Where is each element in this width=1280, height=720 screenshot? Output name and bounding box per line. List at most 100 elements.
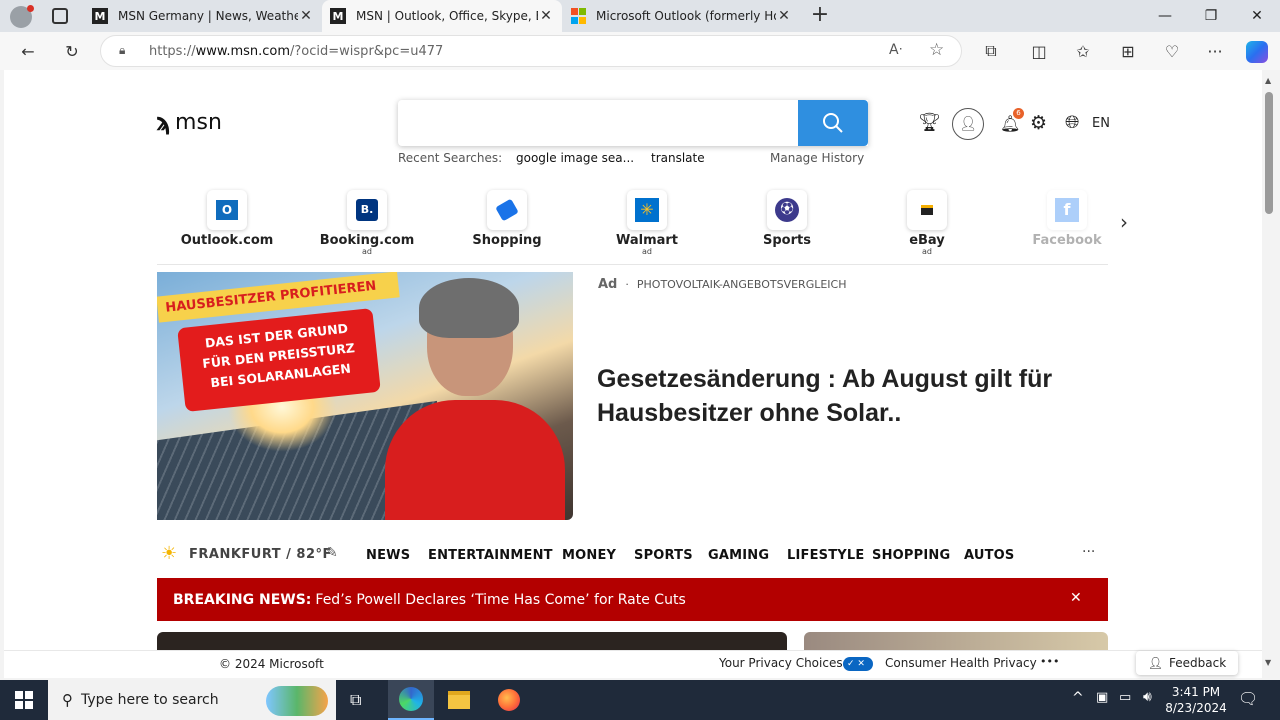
volume-icon[interactable]: 🔊︎ [1143, 689, 1152, 705]
refresh-button[interactable]: ↻ [57, 36, 87, 66]
tab-close-icon[interactable]: ✕ [298, 8, 314, 24]
nav-money[interactable]: MONEY [562, 548, 616, 563]
extensions-icon[interactable]: ⧉ [976, 36, 1006, 66]
manage-history-link[interactable]: Manage History [770, 151, 864, 165]
favorite-star-icon[interactable]: ☆ [929, 40, 944, 60]
quicklink-booking[interactable]: B. Booking.com ad [317, 190, 417, 256]
health-privacy-link[interactable]: Consumer Health Privacy [885, 656, 1037, 670]
new-tab-button[interactable]: + [808, 4, 832, 28]
url-path: /?ocid=wispr&pc=u477 [290, 44, 444, 59]
start-button[interactable] [0, 680, 48, 720]
address-bar[interactable]: 🔒︎ https://www.msn.com/?ocid=wispr&pc=u4… [100, 35, 962, 67]
hero-ad-image[interactable]: HAUSBESITZER PROFITIEREN DAS IST DER GRU… [157, 272, 573, 520]
msn-butterfly-icon: ϡ [156, 108, 172, 136]
scroll-thumb[interactable] [1265, 92, 1273, 214]
shopping-tag-icon [487, 190, 527, 230]
msn-logo[interactable]: ϡ msn [156, 108, 222, 136]
tab-title: MSN Germany | News, Weather, [118, 9, 298, 23]
file-explorer-icon[interactable] [448, 691, 470, 709]
footer-more-button[interactable]: ••• [1040, 655, 1059, 668]
task-view-icon[interactable]: ⧉ [350, 690, 361, 710]
collections-icon[interactable]: ⊞ [1113, 36, 1143, 66]
quicklink-walmart[interactable]: ✳ Walmart ad [597, 190, 697, 256]
privacy-choices-link[interactable]: Your Privacy Choices [719, 656, 843, 670]
nav-news[interactable]: NEWS [366, 548, 410, 563]
notification-center-icon[interactable]: 🗨︎ [1238, 689, 1258, 708]
breaking-news-banner[interactable]: BREAKING NEWS: Fed’s Powell Declares ‘Ti… [157, 578, 1108, 621]
quicklink-label: Shopping [472, 233, 542, 248]
quicklink-sports[interactable]: ⚽︎ Sports [737, 190, 837, 248]
nav-autos[interactable]: AUTOS [964, 548, 1015, 563]
taskbar-search-box[interactable]: ⚲ Type here to search [48, 680, 336, 720]
language-label[interactable]: EN [1092, 116, 1110, 131]
read-aloud-icon[interactable]: Aᐧ [889, 42, 902, 58]
profile-icon[interactable]: 👤︎ [952, 108, 984, 140]
favorites-icon[interactable]: ✩ [1068, 36, 1098, 66]
windows-logo-icon [15, 691, 33, 709]
language-globe-icon[interactable]: 🌐︎ [1065, 112, 1079, 133]
scroll-up-arrow-icon[interactable]: ▲ [1265, 76, 1271, 85]
recent-search-item[interactable]: google image sea... [516, 151, 634, 165]
news-card-image[interactable] [804, 632, 1108, 650]
tab-actions-icon[interactable] [52, 8, 68, 24]
tray-device-icon[interactable]: ▣ [1096, 690, 1108, 705]
minimize-button[interactable]: — [1142, 0, 1188, 32]
quicklink-label: Outlook.com [180, 233, 274, 248]
page-scrollbar[interactable]: ▲ ▼ [1262, 70, 1276, 667]
nav-lifestyle[interactable]: LIFESTYLE [787, 548, 865, 563]
profile-avatar[interactable] [10, 5, 34, 28]
copilot-icon[interactable] [1246, 41, 1268, 63]
split-screen-icon[interactable]: ◫ [1024, 36, 1054, 66]
ad-label: ad [362, 247, 372, 256]
back-button[interactable]: ← [13, 36, 43, 66]
nav-more-button[interactable]: ··· [1082, 544, 1095, 560]
feedback-button[interactable]: 👤︎ Feedback [1136, 651, 1238, 675]
clock-time[interactable]: 3:41 PM [1162, 684, 1230, 700]
chevron-right-icon[interactable]: › [1120, 210, 1128, 234]
settings-gear-icon[interactable]: ⚙ [1030, 112, 1047, 134]
browser-toolbar: ← ↻ 🔒︎ https://www.msn.com/?ocid=wispr&p… [0, 32, 1280, 70]
nav-shopping[interactable]: SHOPPING [872, 548, 950, 563]
settings-more-icon[interactable]: ··· [1200, 36, 1230, 66]
tab-close-icon[interactable]: ✕ [538, 8, 554, 24]
page-footer: © 2024 Microsoft Your Privacy Choices ✓ … [4, 650, 1262, 678]
quicklink-facebook[interactable]: f Facebook [1017, 190, 1117, 248]
tab-msn-outlook[interactable]: M MSN | Outlook, Office, Skype, Bi ✕ [322, 0, 562, 32]
ad-sponsor[interactable]: PHOTOVOLTAIK-ANGEBOTSVERGLEICH [637, 278, 847, 291]
breaking-text: Fed’s Powell Declares ‘Time Has Come’ fo… [315, 591, 686, 608]
tray-chevron-icon[interactable]: ^ [1072, 690, 1084, 706]
scroll-down-arrow-icon[interactable]: ▼ [1265, 658, 1271, 667]
search-icon [823, 113, 843, 133]
nav-entertainment[interactable]: ENTERTAINMENT [428, 548, 553, 563]
booking-icon: B. [347, 190, 387, 230]
clock-date[interactable]: 8/23/2024 [1162, 700, 1230, 716]
tab-msn-germany[interactable]: M MSN Germany | News, Weather, ✕ [84, 0, 322, 32]
taskbar-search-placeholder: Type here to search [81, 692, 219, 708]
copyright: © 2024 Microsoft [219, 657, 324, 671]
search-button[interactable] [798, 100, 868, 146]
windows-taskbar: ⚲ Type here to search ⧉ ^ ▣ ▭ 🔊︎ 3:41 PM… [0, 680, 1280, 720]
breaking-close-icon[interactable]: ✕ [1070, 590, 1082, 606]
restore-button[interactable]: ❐ [1188, 0, 1234, 32]
performance-icon[interactable]: ♡ [1157, 36, 1187, 66]
quicklink-ebay[interactable]: eBay ad [877, 190, 977, 256]
quicklink-shopping[interactable]: Shopping [457, 190, 557, 248]
weather-location[interactable]: FRANKFURT / 82°F [189, 547, 332, 562]
recent-search-item[interactable]: translate [651, 151, 705, 165]
tab-title: MSN | Outlook, Office, Skype, Bi [356, 9, 538, 23]
close-window-button[interactable]: ✕ [1234, 0, 1280, 32]
tab-close-icon[interactable]: ✕ [776, 8, 792, 24]
tab-microsoft-outlook[interactable]: Microsoft Outlook (formerly Hot ✕ [562, 0, 800, 32]
network-icon[interactable]: ▭ [1119, 690, 1131, 705]
quicklink-outlook[interactable]: O Outlook.com [177, 190, 277, 248]
firefox-icon[interactable] [498, 689, 520, 711]
breaking-label: BREAKING NEWS: [173, 591, 312, 608]
nav-sports[interactable]: SPORTS [634, 548, 693, 563]
walmart-icon: ✳ [627, 190, 667, 230]
news-card-image[interactable] [157, 632, 787, 650]
rewards-icon[interactable]: 🏆︎ [918, 112, 941, 133]
edit-pencil-icon[interactable]: ✎ [326, 545, 338, 561]
edge-taskbar-icon[interactable] [388, 680, 434, 720]
nav-gaming[interactable]: GAMING [708, 548, 769, 563]
hero-headline[interactable]: Gesetzesänderung : Ab August gilt für Ha… [597, 362, 1097, 430]
